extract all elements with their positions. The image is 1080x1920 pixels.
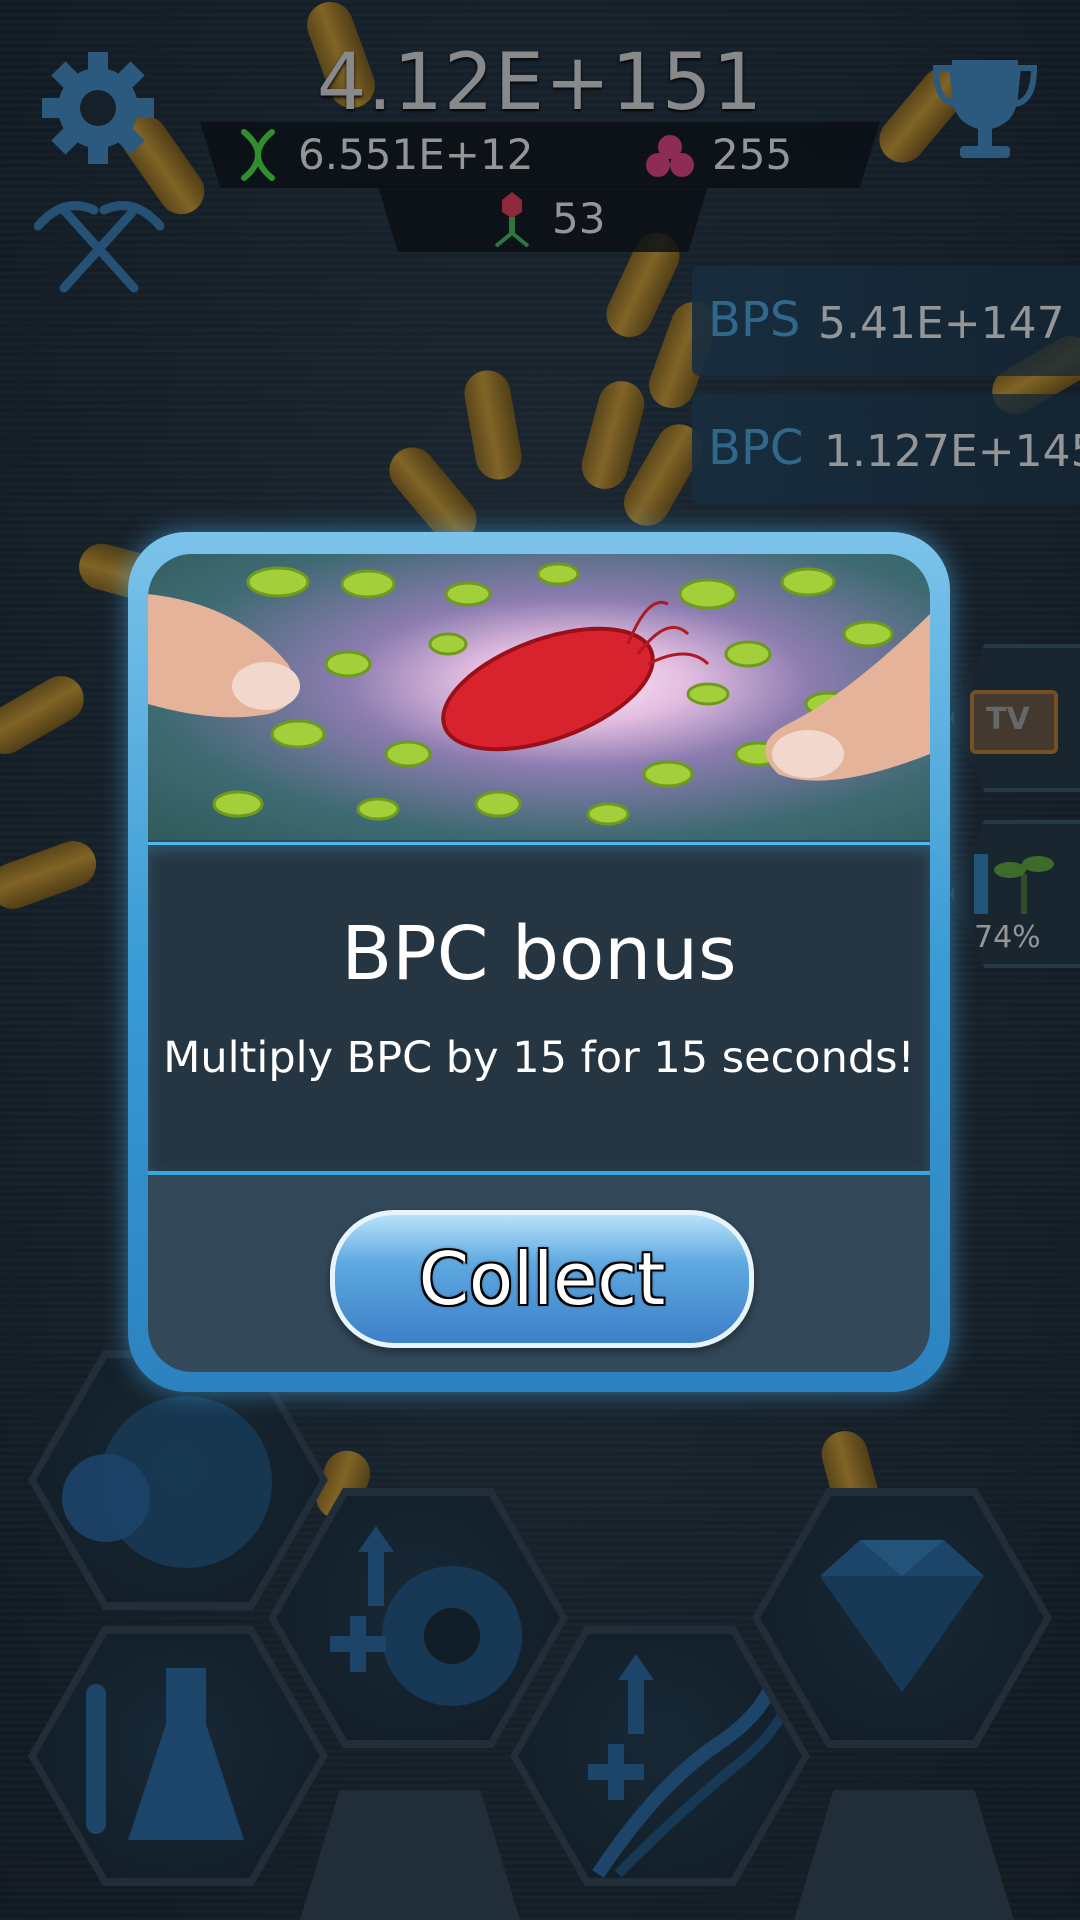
bonus-title: BPC bonus bbox=[341, 911, 737, 997]
bonus-banner-image bbox=[148, 554, 930, 840]
bonus-info-panel: BPC bonus Multiply BPC by 15 for 15 seco… bbox=[148, 842, 930, 1175]
bonus-dialog-body: BPC bonus Multiply BPC by 15 for 15 seco… bbox=[148, 554, 930, 1372]
bacteria-tap-illustration bbox=[148, 562, 930, 826]
collect-button[interactable]: Collect bbox=[330, 1210, 754, 1348]
bonus-description: Multiply BPC by 15 for 15 seconds! bbox=[163, 1033, 915, 1083]
bonus-dialog: BPC bonus Multiply BPC by 15 for 15 seco… bbox=[128, 532, 950, 1392]
